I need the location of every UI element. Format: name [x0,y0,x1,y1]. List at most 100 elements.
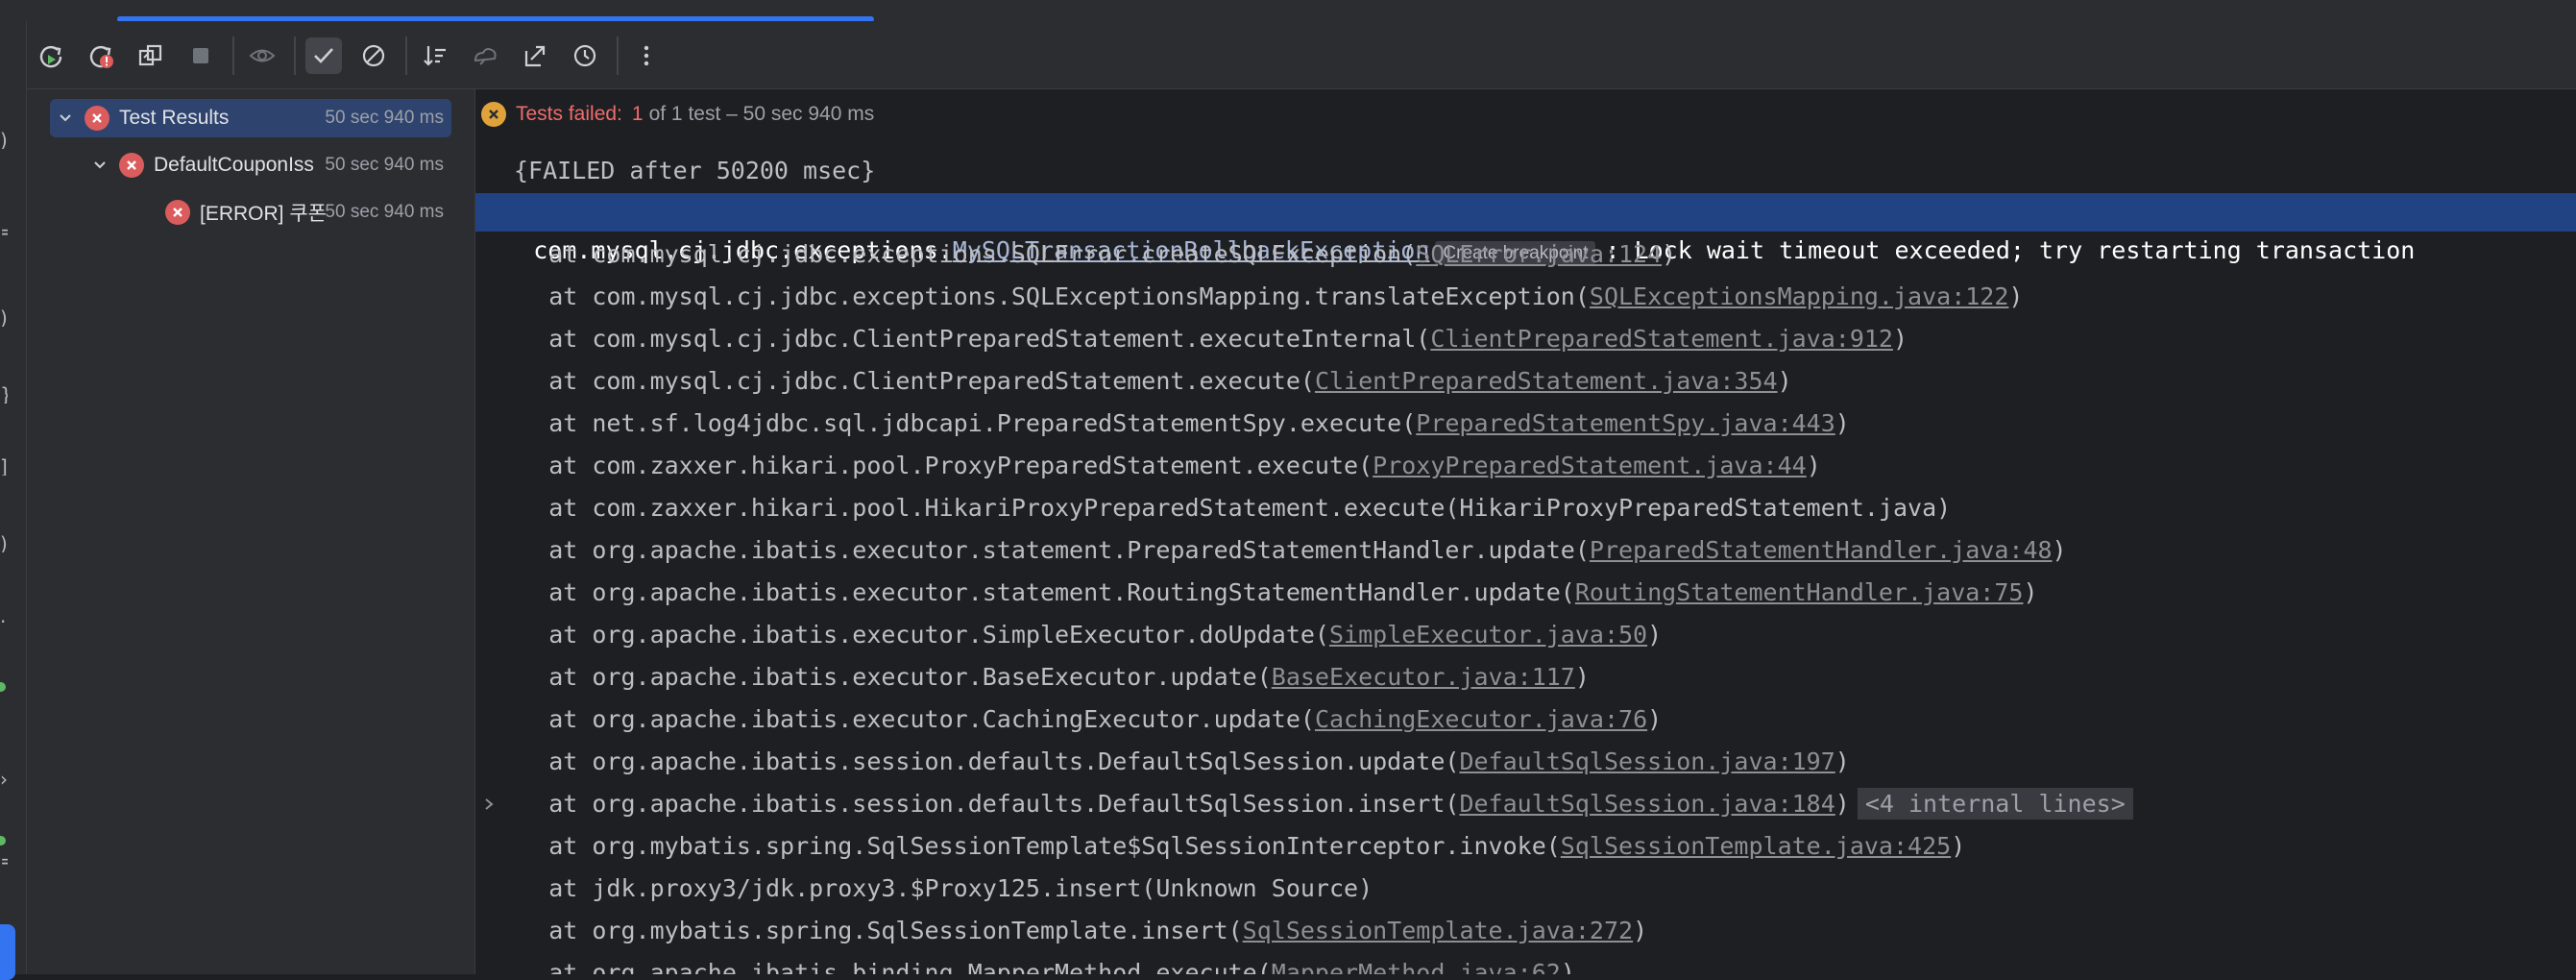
tree-item-test-class[interactable]: DefaultCouponIss 50 sec 940 ms [50,146,451,184]
import-tests-button[interactable] [467,37,503,74]
rerun-failed-icon [89,45,113,68]
stack-frame: at org.apache.ibatis.executor.CachingExe… [491,700,1662,739]
stack-frame-text: at com.mysql.cj.jdbc.exceptions.SQLError… [491,240,1417,268]
stripe-icon[interactable]: = [0,223,8,240]
source-file-link[interactable]: PreparedStatementHandler.java:48 [1590,536,2053,564]
source-file-link[interactable]: SimpleExecutor.java:50 [1329,621,1647,649]
toggle-auto-test-button[interactable] [133,37,169,74]
folded-lines-marker[interactable]: <4 internal lines> [1857,788,2133,820]
tree-item-label: Test Results [119,107,230,129]
stack-frame-text: at com.mysql.cj.jdbc.ClientPreparedState… [491,367,1315,395]
stack-frame-text: at org.apache.ibatis.executor.statement.… [491,578,1575,606]
stack-frame-suffix: ) [1647,621,1663,649]
source-file-link[interactable]: SqlSessionTemplate.java:272 [1243,917,1633,944]
stack-frame-text: at org.apache.ibatis.executor.CachingExe… [491,705,1315,733]
stripe-icon[interactable]: } [0,386,8,404]
stack-frame-text: at com.mysql.cj.jdbc.exceptions.SQLExcep… [491,282,1590,310]
stack-frame: at com.zaxxer.hikari.pool.ProxyPreparedS… [491,447,1821,485]
stack-frame-text: at com.mysql.cj.jdbc.ClientPreparedState… [491,325,1431,353]
stripe-icon[interactable]: = [0,852,8,870]
stack-frame: at org.apache.ibatis.session.defaults.De… [491,743,1850,781]
source-file-link[interactable]: RoutingStatementHandler.java:75 [1575,578,2024,606]
stripe-icon[interactable]: ] [0,458,8,476]
stack-frame-text: at com.zaxxer.hikari.pool.HikariProxyPre… [491,494,1952,522]
failed-count: 1 [631,103,644,125]
stop-icon [193,48,208,63]
source-file-link[interactable]: ClientPreparedStatement.java:912 [1430,325,1893,353]
stripe-status-dot [0,682,6,692]
rerun-button[interactable] [33,37,69,74]
show-passed-toggle[interactable] [305,37,342,74]
source-file-link[interactable]: SQLExceptionsMapping.java:122 [1590,282,2009,310]
source-file-link[interactable]: SqlSessionTemplate.java:425 [1561,832,1951,860]
source-file-link[interactable]: MapperMethod.java:62 [1272,959,1561,974]
test-runner-toolbar [27,21,2576,89]
stack-frame-text: at org.mybatis.spring.SqlSessionTemplate… [491,917,1243,944]
export-tests-button[interactable] [517,37,553,74]
toolbar-separator [294,37,296,75]
stripe-icon[interactable]: ) [0,535,8,552]
show-ignored-filter-toggle[interactable] [355,37,392,74]
source-file-link[interactable]: DefaultSqlSession.java:184 [1459,790,1835,818]
stack-frame: at org.apache.ibatis.binding.MapperMetho… [491,954,1575,974]
rerun-icon [39,45,62,68]
rerun-failed-button[interactable] [83,37,119,74]
source-file-link[interactable]: ProxyPreparedStatement.java:44 [1373,452,1807,479]
source-file-link[interactable]: ClientPreparedStatement.java:354 [1315,367,1778,395]
test-history-button[interactable] [567,37,603,74]
stack-frame: at com.mysql.cj.jdbc.ClientPreparedState… [491,320,1908,358]
chevron-down-icon[interactable] [90,156,109,175]
source-file-link[interactable]: SQLError.java:124 [1416,240,1662,268]
stack-frame-suffix: ) [2052,536,2067,564]
stack-frame-text: at org.apache.ibatis.executor.BaseExecut… [491,663,1272,691]
tests-failed-label: Tests failed: [516,103,622,125]
stripe-icon[interactable]: ) [0,132,8,149]
tree-item-label: DefaultCouponIss [154,154,314,176]
toolbar-separator [617,37,619,75]
stack-frame-text: at net.sf.log4jdbc.sql.jdbcapi.PreparedS… [491,409,1417,437]
stack-frame-text: at org.apache.ibatis.session.defaults.De… [491,747,1460,775]
stack-frame-suffix: ) [1574,663,1590,691]
stack-frame-suffix: ) [1647,705,1663,733]
sort-button[interactable] [417,37,453,74]
ignored-icon [362,44,385,67]
source-file-link[interactable]: BaseExecutor.java:117 [1272,663,1575,691]
import-tests-icon [474,48,497,65]
source-file-link[interactable]: CachingExecutor.java:76 [1315,705,1647,733]
tree-item-label: [ERROR] 쿠폰 [200,203,327,225]
stack-frame-text: at org.apache.ibatis.binding.MapperMetho… [491,959,1272,974]
stack-frame-suffix: ) [1777,367,1792,395]
sort-icon [424,46,446,66]
tree-item-duration: 50 sec 940 ms [325,108,444,128]
stop-button[interactable] [182,37,219,74]
more-options-button[interactable] [628,37,665,74]
test-console-output[interactable]: Tests failed: 1 of 1 test – 50 sec 940 m… [475,89,2576,974]
tree-item-test-results[interactable]: Test Results 50 sec 940 ms [50,99,451,137]
stack-frame: at org.apache.ibatis.executor.statement.… [491,531,2067,570]
stack-frame-suffix: ) [2023,578,2038,606]
toggle-auto-test-icon [138,44,162,66]
source-file-link[interactable]: PreparedStatementSpy.java:443 [1416,409,1835,437]
tool-window-stripe: ) = ) } ] ) . › = [0,21,27,980]
stack-frame-suffix: ) [1892,325,1908,353]
stack-frame: at org.apache.ibatis.session.defaults.De… [491,785,2133,823]
chevron-down-icon[interactable] [56,109,75,128]
stripe-icon[interactable]: › [0,771,8,788]
stack-frame: at org.apache.ibatis.executor.BaseExecut… [491,658,1590,697]
tree-item-test-method[interactable]: [ERROR] 쿠폰 50 sec 940 ms [50,193,451,232]
stripe-status-dot [0,836,6,845]
history-icon [573,44,596,67]
stack-frame: at org.mybatis.spring.SqlSessionTemplate… [491,912,1647,950]
stack-frame-suffix: ) [1806,452,1821,479]
source-file-link[interactable]: DefaultSqlSession.java:197 [1459,747,1835,775]
stack-frame-text: at org.apache.ibatis.session.defaults.De… [491,790,1460,818]
stripe-active-tool-button[interactable] [0,924,15,980]
stack-frame-suffix: ) [1662,240,1677,268]
test-status-line: Tests failed: 1 of 1 test – 50 sec 940 m… [481,99,874,130]
stripe-icon[interactable]: . [0,607,8,625]
stripe-icon[interactable]: ) [0,309,8,327]
test-failed-icon [119,153,144,178]
stack-frame: at jdk.proxy3/jdk.proxy3.$Proxy125.inser… [491,870,1373,908]
show-ignored-toggle[interactable] [244,37,280,74]
stack-frame-suffix: ) [1835,790,1850,818]
